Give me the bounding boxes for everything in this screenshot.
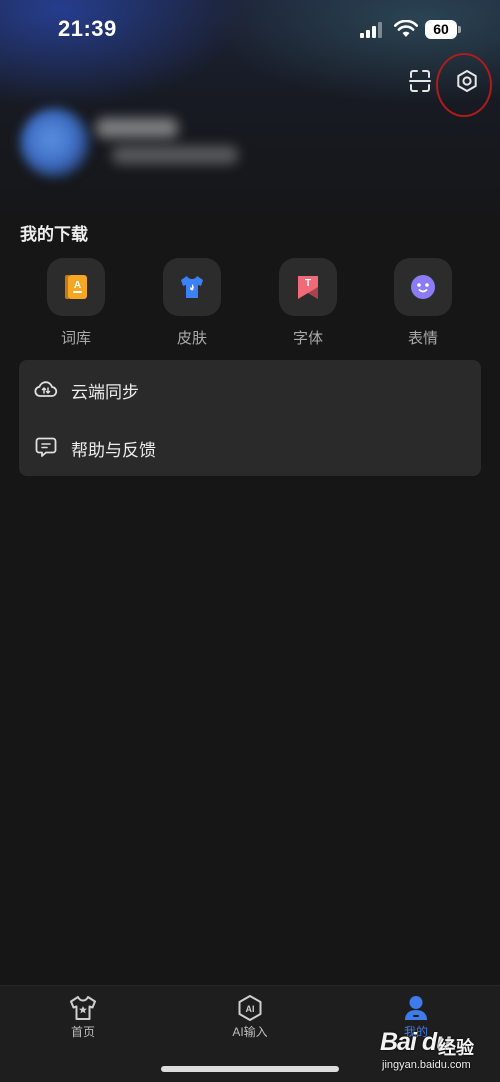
settings-menu-card: 云端同步 帮助与反馈	[19, 360, 481, 476]
emoji-icon	[411, 275, 435, 299]
tab-home[interactable]: 首页	[43, 994, 123, 1040]
blurred-user-id	[112, 146, 238, 164]
baidu-jingyan-watermark: Bai du 经验 jingyan.baidu.com	[354, 1026, 494, 1078]
download-item-emoji[interactable]: 表情	[393, 258, 453, 348]
section-title-downloads: 我的下载	[20, 225, 88, 244]
status-bar: 21:39 60	[0, 0, 500, 60]
download-item-lexicon[interactable]: A 词库	[46, 258, 106, 348]
home-indicator	[161, 1066, 339, 1072]
status-time: 21:39	[58, 16, 117, 41]
menu-item-cloud-sync[interactable]: 云端同步	[19, 360, 481, 418]
svg-text:AI: AI	[246, 1004, 255, 1014]
watermark-text: 经验	[438, 1038, 474, 1058]
watermark-url: jingyan.baidu.com	[382, 1059, 471, 1071]
scan-icon[interactable]	[405, 66, 435, 96]
cloud-sync-icon	[34, 381, 58, 397]
feedback-icon	[35, 437, 57, 457]
download-item-skin[interactable]: 皮肤	[162, 258, 222, 348]
download-item-font[interactable]: T 字体	[278, 258, 338, 348]
svg-text:T: T	[305, 278, 311, 289]
download-label-emoji: 表情	[407, 330, 438, 347]
menu-label-cloud-sync: 云端同步	[71, 383, 139, 402]
home-tshirt-icon	[70, 996, 96, 1020]
menu-label-help-feedback: 帮助与反馈	[71, 441, 156, 460]
battery-icon: 60	[425, 20, 461, 39]
cellular-signal-icon	[360, 22, 382, 38]
tab-label-home: 首页	[70, 1025, 95, 1039]
download-label-lexicon: 词库	[60, 330, 91, 347]
menu-item-help-feedback[interactable]: 帮助与反馈	[19, 418, 481, 476]
download-label-font: 字体	[292, 330, 323, 347]
svg-text:A: A	[74, 280, 81, 291]
skin-tshirt-icon	[181, 276, 203, 298]
ai-input-icon: AI	[238, 995, 262, 1021]
profile-icon	[405, 996, 427, 1020]
font-icon: T	[298, 276, 318, 299]
battery-level: 60	[425, 20, 457, 39]
download-label-skin: 皮肤	[176, 330, 207, 347]
tab-label-ai-input: AI输入	[232, 1025, 268, 1039]
tab-ai-input[interactable]: AI AI输入	[210, 994, 290, 1040]
avatar[interactable]	[20, 108, 90, 178]
lexicon-icon: A	[65, 275, 87, 299]
wifi-icon	[394, 20, 418, 37]
blurred-nickname	[96, 118, 178, 138]
annotation-circle	[436, 53, 492, 117]
